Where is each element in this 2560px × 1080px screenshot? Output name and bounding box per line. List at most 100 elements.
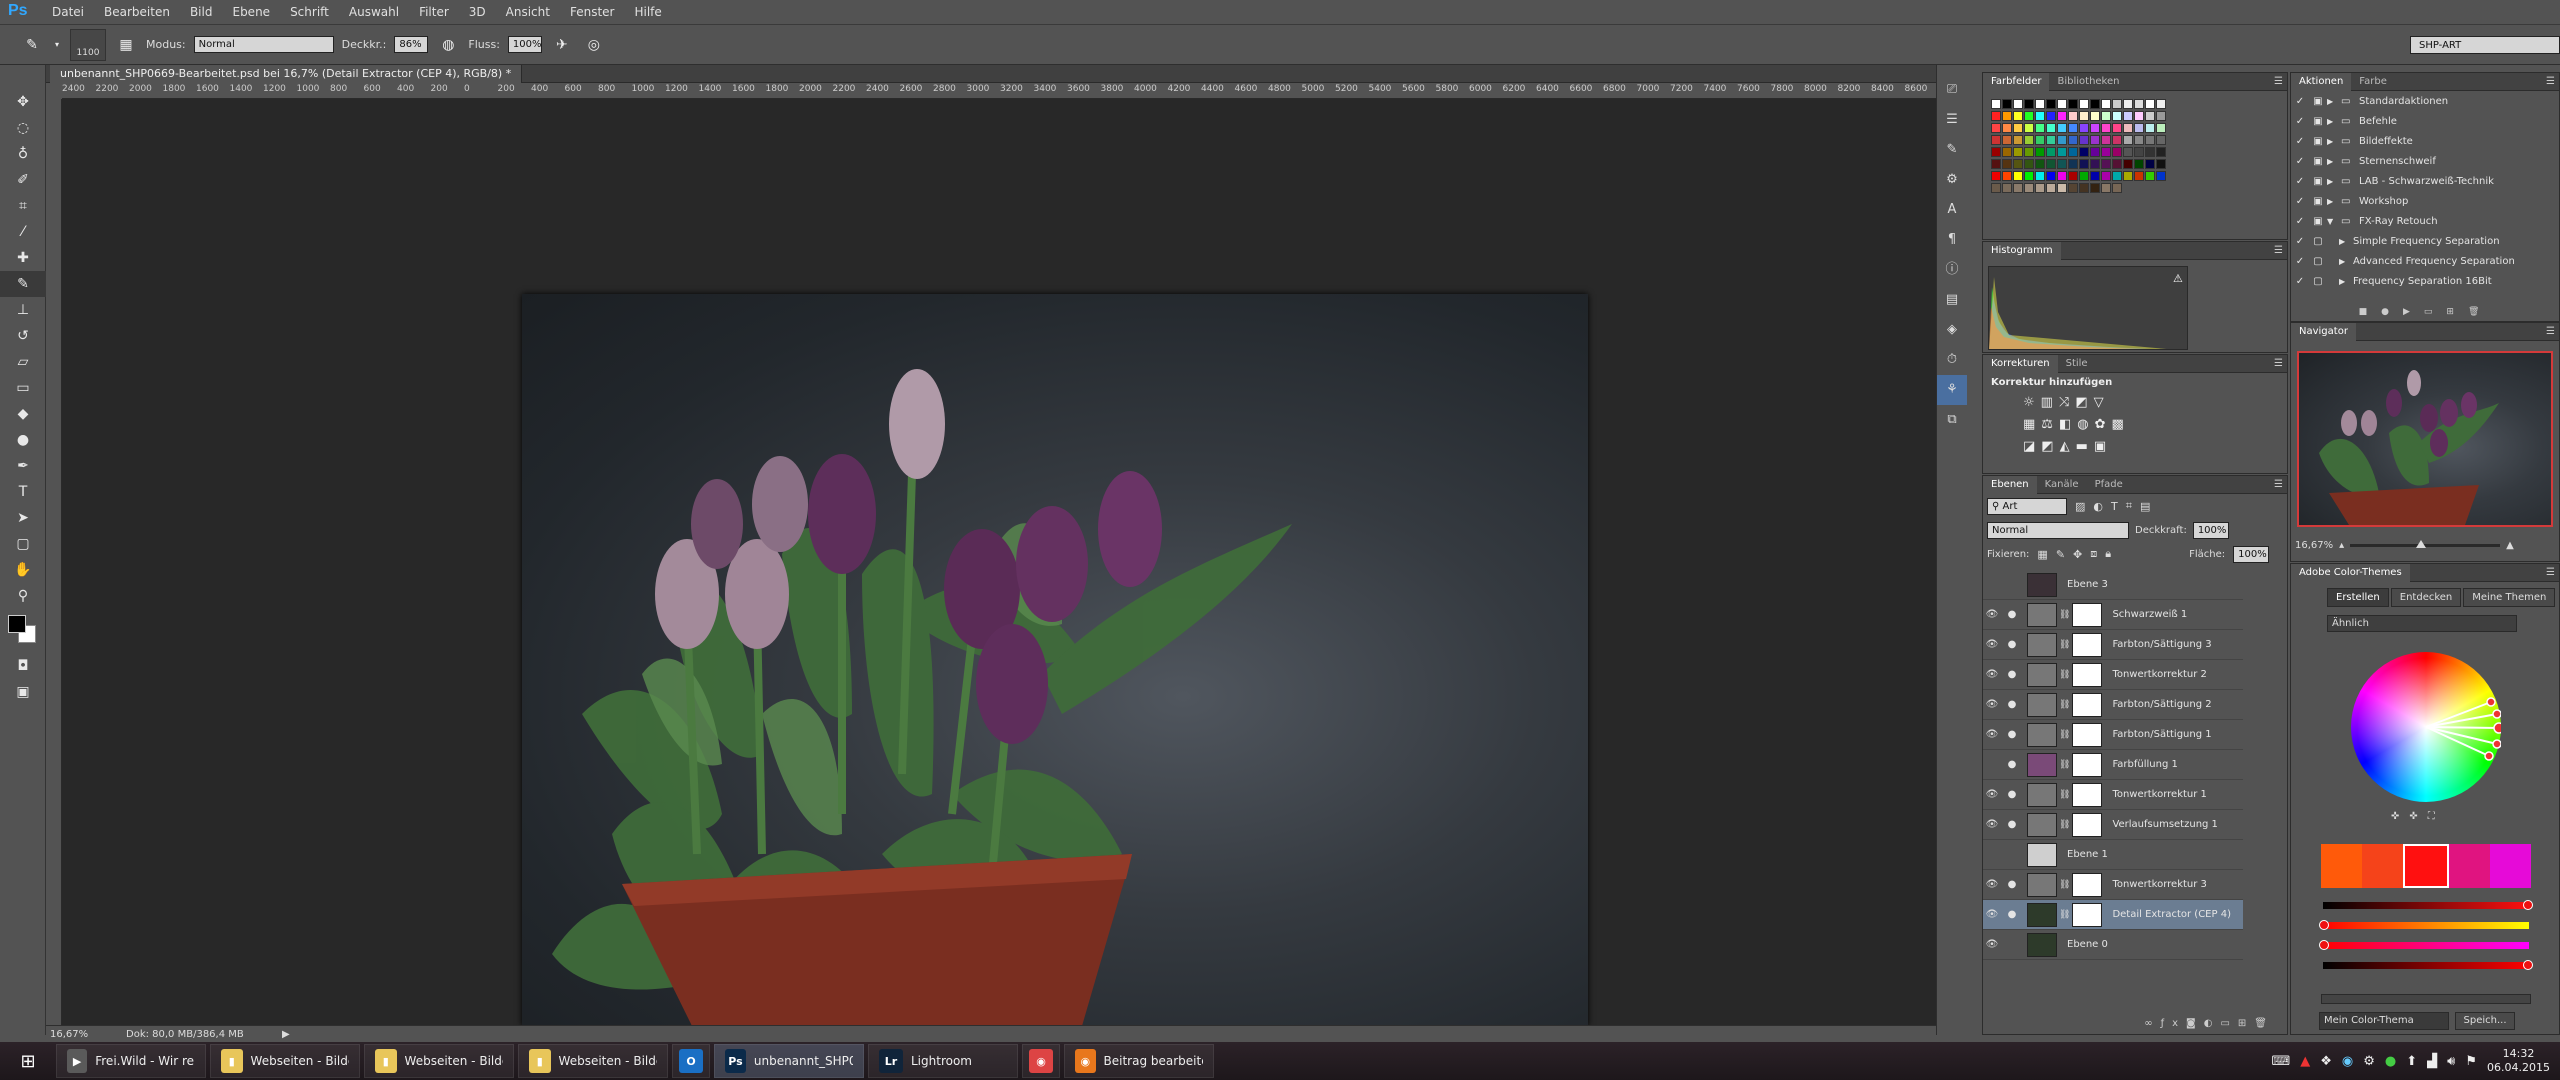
tab-meine-themen[interactable]: Meine Themen [2463, 588, 2556, 607]
tab-navigator[interactable]: Navigator [2291, 322, 2356, 341]
color-swatch[interactable] [2101, 171, 2111, 181]
lock-image-icon[interactable]: ✎ [2056, 548, 2065, 561]
layer-mask-thumbnail[interactable] [2072, 662, 2103, 687]
slider-2-handle[interactable] [2319, 920, 2329, 930]
navigator-preview[interactable] [2297, 351, 2553, 527]
new-action-icon[interactable]: ⊞ [2446, 307, 2468, 317]
panel-menu-icon[interactable]: ☰ [2546, 76, 2555, 87]
swatch-grid[interactable] [1987, 97, 2283, 217]
lock-position-icon[interactable]: ✥ [2073, 548, 2082, 561]
chain-link-icon[interactable]: ⛓ [2059, 610, 2070, 620]
tab-kanaele[interactable]: Kanäle [2037, 476, 2087, 494]
color-swatch[interactable] [2002, 111, 2012, 121]
color-swatch[interactable] [2112, 183, 2122, 193]
navigator-zoom-slider[interactable] [2350, 539, 2501, 548]
tool-presets-icon[interactable]: ⚙ [1937, 165, 1967, 195]
layer-name[interactable]: Schwarzweiß 1 [2112, 609, 2187, 620]
layer-name[interactable]: Farbfüllung 1 [2112, 759, 2177, 770]
marquee-tool-icon[interactable]: ◌ [0, 115, 46, 141]
color-swatch[interactable] [2145, 147, 2155, 157]
menu-hilfe[interactable]: Hilfe [624, 5, 671, 19]
layer-thumbnail[interactable] [2027, 722, 2057, 747]
clone-stamp-tool-icon[interactable]: ⊥ [0, 297, 46, 323]
layer-visibility-icon[interactable]: 👁︎ [1983, 729, 2001, 740]
fill-field[interactable]: 100% [2233, 545, 2270, 563]
save-theme-button[interactable]: Speich... [2455, 1012, 2515, 1030]
pressure-opacity-icon[interactable]: ◍ [436, 34, 460, 56]
layer-visibility-icon[interactable]: 👁︎ [1983, 909, 2001, 920]
toggle-check-icon[interactable]: ✓ [2291, 196, 2309, 207]
panel-menu-icon[interactable]: ☰ [2274, 76, 2283, 87]
color-swatch[interactable] [2013, 99, 2023, 109]
color-swatch[interactable] [2024, 123, 2034, 133]
paragraph-icon[interactable]: ¶ [1937, 225, 1967, 255]
color-swatch[interactable] [2013, 171, 2023, 181]
history-brush-tool-icon[interactable]: ↺ [0, 323, 46, 349]
navigator-zoom-value[interactable]: 16,67% [2295, 540, 2333, 551]
color-swatch[interactable] [2046, 147, 2056, 157]
color-swatch[interactable] [2013, 111, 2023, 121]
brightness-contrast-icon[interactable]: ☼ [2023, 395, 2041, 410]
expand-arrow-icon[interactable]: ▶ [2327, 177, 2341, 186]
histogram-warning-icon[interactable]: ⚠ [2173, 272, 2183, 285]
expand-arrow-icon[interactable]: ▶ [2327, 157, 2341, 166]
layer-thumbnail[interactable] [2027, 572, 2057, 597]
layer-name[interactable]: Ebene 0 [2067, 939, 2108, 950]
tray-icon-4[interactable]: ⚙ [2363, 1054, 2375, 1069]
new-layer-icon[interactable]: ⊞ [2238, 1018, 2254, 1029]
type-tool-icon[interactable]: T [0, 479, 46, 505]
layer-name[interactable]: Farbton/Sättigung 3 [2112, 639, 2211, 650]
pressure-size-icon[interactable]: ◎ [582, 34, 606, 56]
taskbar-button[interactable]: Lr Lightroom [868, 1044, 1018, 1078]
layer-thumbnail[interactable] [2027, 662, 2057, 687]
layer-mask-thumbnail[interactable] [2072, 812, 2103, 837]
color-swatch[interactable] [2013, 135, 2023, 145]
color-swatch[interactable] [1991, 147, 2001, 157]
dialog-toggle-icon[interactable]: ▣ [2309, 136, 2327, 147]
color-swatch[interactable] [2057, 147, 2067, 157]
black-white-icon[interactable]: ◧ [2059, 417, 2077, 432]
chain-link-icon[interactable]: ⛓ [2059, 910, 2070, 920]
layer-opacity-field[interactable]: 100% [2192, 521, 2229, 539]
color-swatch[interactable] [2156, 147, 2166, 157]
color-swatch[interactable] [1991, 171, 2001, 181]
color-swatch[interactable] [2145, 159, 2155, 169]
menu-ansicht[interactable]: Ansicht [496, 5, 560, 19]
layer-name[interactable]: Tonwertkorrektur 3 [2112, 879, 2206, 890]
color-swatch[interactable] [2134, 135, 2144, 145]
color-swatch[interactable] [2090, 183, 2100, 193]
layer-visibility-icon[interactable]: 👁︎ [1983, 789, 2001, 800]
blend-mode-select[interactable]: Normal [1987, 521, 2129, 539]
color-swatch[interactable] [2079, 171, 2089, 181]
color-swatch[interactable] [2123, 147, 2133, 157]
color-swatch[interactable] [2112, 147, 2122, 157]
layer-style-icon[interactable]: ƒx [2161, 1018, 2186, 1029]
layer-mask-thumbnail[interactable] [2072, 722, 2103, 747]
color-swatch[interactable] [2035, 135, 2045, 145]
color-swatches[interactable] [0, 609, 46, 653]
color-swatch[interactable] [2057, 99, 2067, 109]
crop-tool-icon[interactable]: ⌗ [0, 193, 46, 219]
new-set-icon[interactable]: ▭ [2424, 307, 2447, 317]
lock-all-icon[interactable]: 🔒︎ [2105, 547, 2111, 561]
color-swatch[interactable] [2002, 159, 2012, 169]
color-swatch[interactable] [2123, 123, 2133, 133]
tray-icon-2[interactable]: ❖ [2320, 1054, 2332, 1069]
quick-mask-icon[interactable]: ◘ [0, 653, 46, 679]
taskbar-button[interactable]: ▮ Webseiten - Bilder [518, 1044, 668, 1078]
taskbar-button[interactable]: O [672, 1044, 710, 1078]
tab-entdecken[interactable]: Entdecken [2390, 588, 2462, 607]
layer-thumbnail[interactable] [2027, 872, 2057, 897]
color-swatch[interactable] [2134, 123, 2144, 133]
add-to-theme-icon[interactable]: ✜ [2391, 811, 2409, 822]
record-icon[interactable]: ● [2381, 307, 2403, 317]
dialog-toggle-icon[interactable]: ▢ [2309, 236, 2327, 247]
color-swatch[interactable] [2002, 183, 2012, 193]
layer-mask-thumbnail[interactable] [2072, 692, 2103, 717]
color-swatch[interactable] [2156, 99, 2166, 109]
dialog-toggle-icon[interactable]: ▣ [2309, 176, 2327, 187]
filter-shape-icon[interactable]: ⌗ [2126, 499, 2132, 513]
color-swatch[interactable] [2101, 135, 2111, 145]
zoom-out-icon[interactable]: ▴ [2339, 540, 2344, 551]
color-swatch[interactable] [2002, 99, 2012, 109]
